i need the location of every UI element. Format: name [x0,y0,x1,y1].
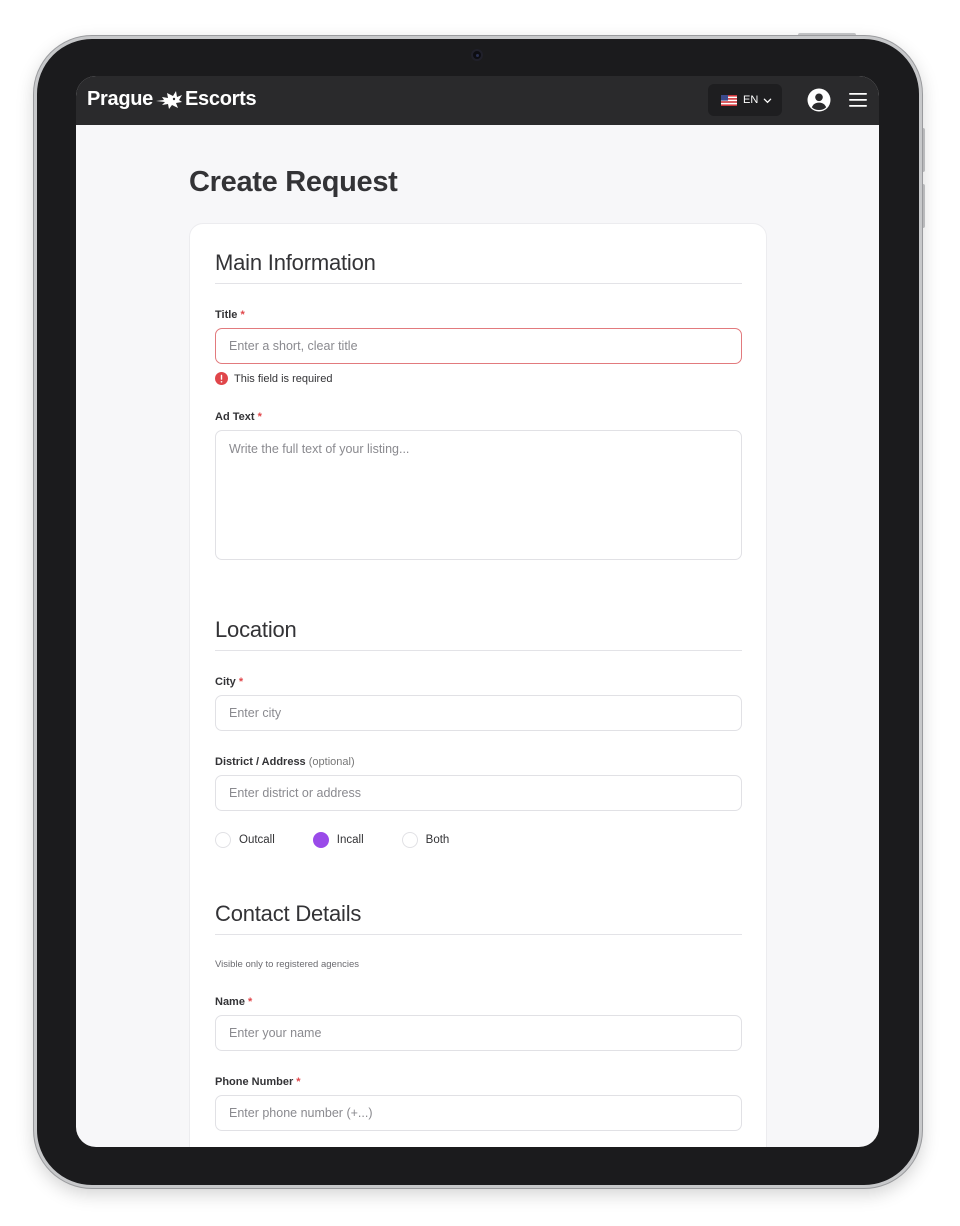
divider [215,934,742,935]
city-label: City * [215,676,244,688]
radio-incall[interactable]: Incall [312,832,364,848]
city-input[interactable] [215,695,742,731]
main-information-heading: Main Information [215,250,376,275]
name-label: Name * [215,996,253,1008]
radio-outcall[interactable]: Outcall [215,832,275,848]
phone-input[interactable] [215,1095,742,1131]
required-marker: * [296,1076,301,1088]
divider [215,283,742,284]
contact-details-heading: Contact Details [215,901,362,926]
request-form-card: Main Information Title * This field is r… [189,223,767,1147]
district-label: District / Address (optional) [215,756,355,768]
hamburger-menu-icon[interactable] [849,92,867,108]
site-logo[interactable]: Prague Escorts [87,88,257,111]
service-type-radio-group: Outcall Incall Both [215,832,487,848]
dragon-logo-icon [156,90,183,109]
contact-visibility-hint: Visible only to registered agencies [215,959,359,970]
page-title: Create Request [189,166,398,198]
camera-icon [471,49,483,61]
user-account-icon[interactable] [807,88,831,112]
radio-button[interactable] [215,832,231,848]
us-flag-icon [721,94,737,106]
location-heading: Location [215,617,297,642]
logo-text-right: Escorts [185,88,257,110]
chevron-down-icon [764,98,772,103]
language-selector[interactable]: EN [708,84,782,116]
error-alert-icon [215,372,228,385]
navbar: Prague Escorts EN [76,76,879,125]
required-marker: * [248,996,253,1008]
name-input[interactable] [215,1015,742,1051]
phone-label: Phone Number * [215,1076,301,1088]
radio-button-selected[interactable] [312,832,329,848]
required-marker: * [257,411,262,423]
title-error-message: This field is required [215,372,332,385]
language-code: EN [743,94,759,106]
divider [215,650,742,651]
ad-text-label: Ad Text * [215,411,262,423]
required-marker: * [238,676,244,688]
ad-text-textarea[interactable] [215,430,742,560]
title-label: Title * [215,309,245,321]
optional-tag: (optional) [308,756,355,768]
screen: Prague Escorts EN Create Request Main In… [76,76,879,1147]
logo-text-left: Prague [87,88,154,110]
required-marker: * [240,309,245,321]
radio-button[interactable] [401,832,418,848]
radio-both[interactable]: Both [401,832,449,848]
title-input[interactable] [215,328,742,364]
district-input[interactable] [215,775,742,811]
